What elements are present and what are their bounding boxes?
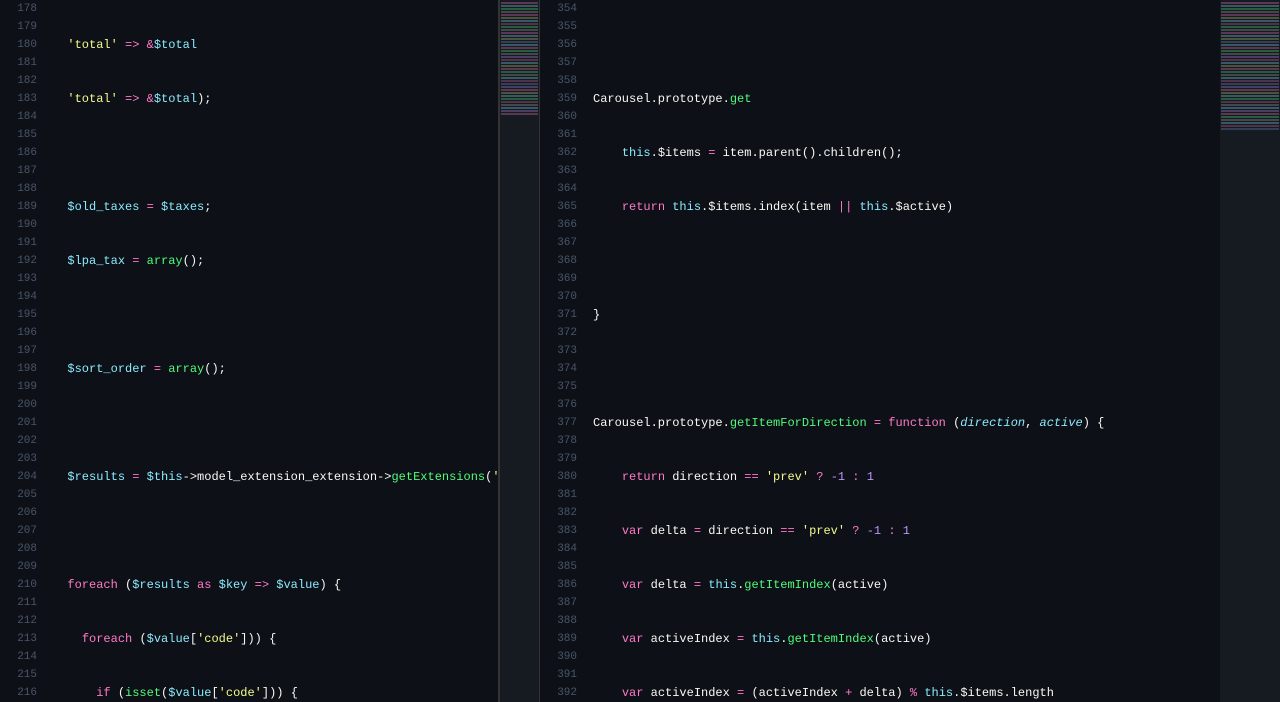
right-line-numbers: 354 355 356 357 358 359 360 361 362 363 …	[540, 0, 585, 702]
left-code-panel: 178 179 180 181 182 183 184 185 186 187 …	[0, 0, 500, 702]
left-code-content[interactable]: 'total' => &$total 'total' => &$total); …	[45, 0, 498, 702]
right-code-content[interactable]: Carousel.prototype.get this.$items = ite…	[585, 0, 1220, 702]
editor-container: 178 179 180 181 182 183 184 185 186 187 …	[0, 0, 1280, 702]
left-minimap[interactable]	[500, 0, 540, 702]
left-line-numbers: 178 179 180 181 182 183 184 185 186 187 …	[0, 0, 45, 702]
right-code-panel: 354 355 356 357 358 359 360 361 362 363 …	[540, 0, 1220, 702]
right-minimap[interactable]	[1220, 0, 1280, 702]
